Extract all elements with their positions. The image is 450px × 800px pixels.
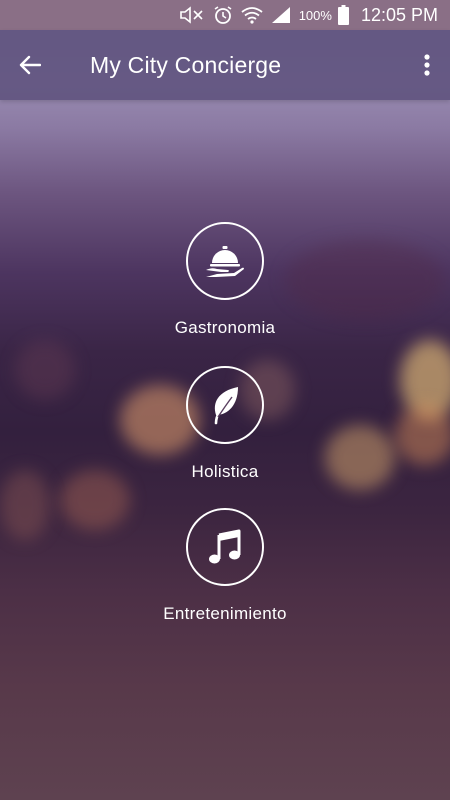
holistica-icon-circle xyxy=(186,366,264,444)
mute-icon xyxy=(179,6,205,24)
arrow-back-icon xyxy=(19,55,41,75)
signal-icon xyxy=(271,6,291,24)
menu-item-holistica[interactable]: Holistica xyxy=(125,366,325,482)
menu-item-label: Holistica xyxy=(191,462,259,481)
leaf-icon xyxy=(208,385,242,425)
page-title: My City Concierge xyxy=(90,51,282,78)
menu-item-entretenimiento[interactable]: Entretenimiento xyxy=(125,508,325,624)
overflow-menu-button[interactable] xyxy=(414,45,440,85)
menu-item-gastronomia[interactable]: Gastronomia xyxy=(125,222,325,338)
back-button[interactable] xyxy=(0,30,60,100)
status-bar: 100% 12:05 PM xyxy=(0,0,450,30)
battery-percent: 100% xyxy=(298,7,332,23)
category-menu: Gastronomia Holistica Entretenimiento xyxy=(0,222,450,624)
entretenimiento-icon-circle xyxy=(186,508,264,586)
menu-item-label: Entretenimiento xyxy=(163,604,287,623)
music-note-icon xyxy=(208,529,242,565)
wifi-icon xyxy=(241,6,263,24)
menu-item-label: Gastronomia xyxy=(174,318,276,337)
battery-icon xyxy=(337,5,349,25)
app-bar: My City Concierge xyxy=(0,30,450,100)
gastronomia-icon-circle xyxy=(186,222,264,300)
clock: 12:05 PM xyxy=(360,4,438,25)
food-tray-icon xyxy=(204,243,246,279)
alarm-icon xyxy=(213,5,233,25)
more-vert-icon xyxy=(424,54,430,76)
